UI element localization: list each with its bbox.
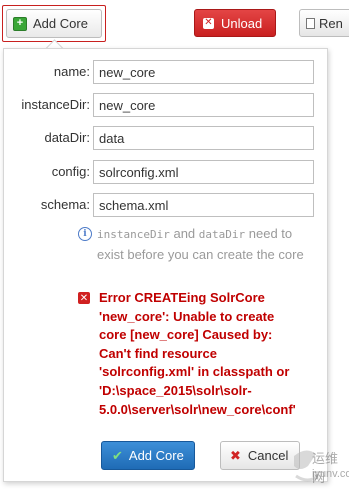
info-code-datadir: dataDir <box>198 228 246 241</box>
name-label: name: <box>53 64 90 79</box>
instancedir-input[interactable] <box>93 93 314 117</box>
rename-label: Ren <box>319 15 343 31</box>
schema-label: schema: <box>40 197 90 212</box>
rename-button[interactable]: Ren <box>299 9 349 37</box>
check-icon: ✔ <box>112 447 123 463</box>
add-core-toolbar-label: Add Core <box>33 16 88 31</box>
close-icon: ✕ <box>203 17 214 29</box>
unload-button[interactable]: ✕ Unload <box>194 9 276 37</box>
info-code-instancedir: instanceDir <box>97 228 170 241</box>
config-label: config: <box>51 164 90 179</box>
info-note: instanceDir and dataDir need to exist be… <box>97 224 307 265</box>
watermark-text: 运维网 <box>312 452 339 486</box>
cancel-x-icon: ✖ <box>230 447 241 463</box>
document-icon <box>306 17 315 29</box>
cancel-label: Cancel <box>247 448 289 463</box>
instancedir-label: instanceDir: <box>21 97 90 112</box>
add-core-toolbar-button[interactable]: + Add Core <box>2 5 106 42</box>
error-message: Error CREATEing SolrCore 'new_core': Una… <box>99 290 296 417</box>
add-core-submit-label: Add Core <box>128 448 184 463</box>
name-input[interactable] <box>93 60 314 84</box>
schema-input[interactable] <box>93 193 314 217</box>
info-and: and <box>169 226 199 241</box>
plus-icon: + <box>13 16 27 31</box>
watermark-url: iyunv.com <box>312 468 349 480</box>
datadir-input[interactable] <box>93 126 314 150</box>
error-icon: ✕ <box>78 292 90 304</box>
add-core-submit-button[interactable]: ✔ Add Core <box>101 441 195 470</box>
info-icon: i <box>78 227 92 241</box>
datadir-label: dataDir: <box>44 130 90 145</box>
config-input[interactable] <box>93 160 314 184</box>
unload-label: Unload <box>221 15 263 31</box>
